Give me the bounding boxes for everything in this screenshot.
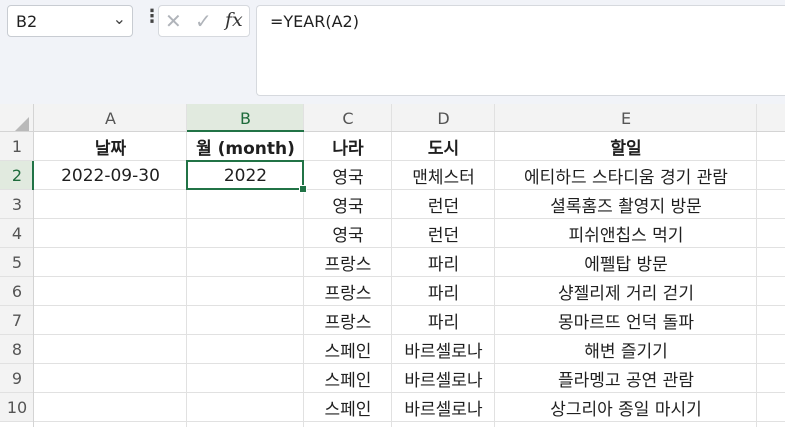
row-gridline: [0, 392, 785, 393]
formula-text: =YEAR(A2): [270, 12, 359, 31]
cell-e2[interactable]: 에티하드 스타디움 경기 관람: [495, 161, 757, 190]
cell-b4[interactable]: [187, 219, 304, 248]
cell-d10[interactable]: 바르셀로나: [392, 393, 495, 422]
selected-row-indicator: [32, 161, 34, 190]
cell-e4[interactable]: 피쉬앤칩스 먹기: [495, 219, 757, 248]
column-header-e[interactable]: E: [495, 104, 757, 132]
insert-function-icon[interactable]: fx: [225, 9, 243, 31]
cell-b9[interactable]: [187, 364, 304, 393]
formula-input[interactable]: =YEAR(A2): [256, 5, 785, 96]
row-header-8[interactable]: 8: [0, 335, 34, 364]
row-gridline: [0, 334, 785, 335]
cell-d4[interactable]: 런던: [392, 219, 495, 248]
column-gridline: [303, 104, 304, 427]
cell-e3[interactable]: 셜록홈즈 촬영지 방문: [495, 190, 757, 219]
row-gridline: [0, 218, 785, 219]
cell-a10[interactable]: [34, 393, 187, 422]
cell-e1[interactable]: 할일: [495, 132, 757, 161]
cell-d3[interactable]: 런던: [392, 190, 495, 219]
cell-b8[interactable]: [187, 335, 304, 364]
cell-c3[interactable]: 영국: [304, 190, 392, 219]
row-gridline: [0, 247, 785, 248]
cell-a6[interactable]: [34, 277, 187, 306]
cell-b1[interactable]: 월 (month): [187, 132, 304, 161]
cell-c8[interactable]: 스페인: [304, 335, 392, 364]
cell-d1[interactable]: 도시: [392, 132, 495, 161]
cell-e9[interactable]: 플라멩고 공연 관람: [495, 364, 757, 393]
cell-a7[interactable]: [34, 306, 187, 335]
enter-check-icon[interactable]: ✓: [195, 9, 212, 33]
row-header-5[interactable]: 5: [0, 248, 34, 277]
row-gridline: [0, 305, 785, 306]
name-box-value: B2: [16, 12, 38, 31]
cell-c7[interactable]: 프랑스: [304, 306, 392, 335]
formula-bar-area: B2 ⌄ ⋮ ✕ ✓ fx =YEAR(A2): [0, 0, 785, 104]
row-gridline: [0, 189, 785, 190]
cell-c1[interactable]: 나라: [304, 132, 392, 161]
cell-d9[interactable]: 바르셀로나: [392, 364, 495, 393]
row-gridline: [0, 276, 785, 277]
cell-c6[interactable]: 프랑스: [304, 277, 392, 306]
cell-e10[interactable]: 상그리아 종일 마시기: [495, 393, 757, 422]
formula-buttons: ✕ ✓ fx: [158, 5, 250, 37]
cell-b5[interactable]: [187, 248, 304, 277]
selected-column-indicator: [187, 130, 304, 132]
cell-b6[interactable]: [187, 277, 304, 306]
row-gridline: [0, 421, 785, 422]
cell-a3[interactable]: [34, 190, 187, 219]
cell-a5[interactable]: [34, 248, 187, 277]
row-header-3[interactable]: 3: [0, 190, 34, 219]
cell-c9[interactable]: 스페인: [304, 364, 392, 393]
cell-b7[interactable]: [187, 306, 304, 335]
cell-a9[interactable]: [34, 364, 187, 393]
row-header-10[interactable]: 10: [0, 393, 34, 422]
column-header-c[interactable]: C: [304, 104, 392, 132]
cell-d7[interactable]: 파리: [392, 306, 495, 335]
cell-c10[interactable]: 스페인: [304, 393, 392, 422]
row-header-2[interactable]: 2: [0, 161, 34, 190]
fill-handle[interactable]: [299, 185, 307, 193]
row-gridline: [0, 363, 785, 364]
cell-d2[interactable]: 맨체스터: [392, 161, 495, 190]
cell-d5[interactable]: 파리: [392, 248, 495, 277]
cell-e6[interactable]: 샹젤리제 거리 걷기: [495, 277, 757, 306]
row-header-9[interactable]: 9: [0, 364, 34, 393]
row-header-1[interactable]: 1: [0, 132, 34, 161]
cell-b10[interactable]: [187, 393, 304, 422]
name-box[interactable]: B2 ⌄: [7, 5, 133, 37]
cancel-x-icon[interactable]: ✕: [165, 9, 182, 33]
cell-a4[interactable]: [34, 219, 187, 248]
cell-c4[interactable]: 영국: [304, 219, 392, 248]
column-gridline: [494, 104, 495, 427]
cell-a2[interactable]: 2022-09-30: [34, 161, 187, 190]
column-header-d[interactable]: D: [392, 104, 495, 132]
row-header-4[interactable]: 4: [0, 219, 34, 248]
select-all-triangle-icon: [15, 117, 29, 131]
cell-d6[interactable]: 파리: [392, 277, 495, 306]
cell-e8[interactable]: 해변 즐기기: [495, 335, 757, 364]
cell-e7[interactable]: 몽마르뜨 언덕 돌파: [495, 306, 757, 335]
row-header-6[interactable]: 6: [0, 277, 34, 306]
cell-e5[interactable]: 에펠탑 방문: [495, 248, 757, 277]
cell-a8[interactable]: [34, 335, 187, 364]
active-cell-border: [186, 160, 304, 190]
cell-c5[interactable]: 프랑스: [304, 248, 392, 277]
column-gridline: [186, 104, 187, 427]
column-gridline: [391, 104, 392, 427]
row-gridline: [0, 160, 785, 161]
row-header-right-border: [33, 104, 34, 427]
column-header-next[interactable]: [757, 104, 785, 132]
chevron-down-icon[interactable]: ⌄: [113, 9, 126, 28]
cell-a1[interactable]: 날짜: [34, 132, 187, 161]
column-header-a[interactable]: A: [34, 104, 187, 132]
cell-d8[interactable]: 바르셀로나: [392, 335, 495, 364]
row-header-7[interactable]: 7: [0, 306, 34, 335]
column-gridline: [756, 104, 757, 427]
cell-c2[interactable]: 영국: [304, 161, 392, 190]
column-header-b[interactable]: B: [187, 104, 304, 132]
cell-b3[interactable]: [187, 190, 304, 219]
header-bottom-border: [0, 131, 785, 132]
